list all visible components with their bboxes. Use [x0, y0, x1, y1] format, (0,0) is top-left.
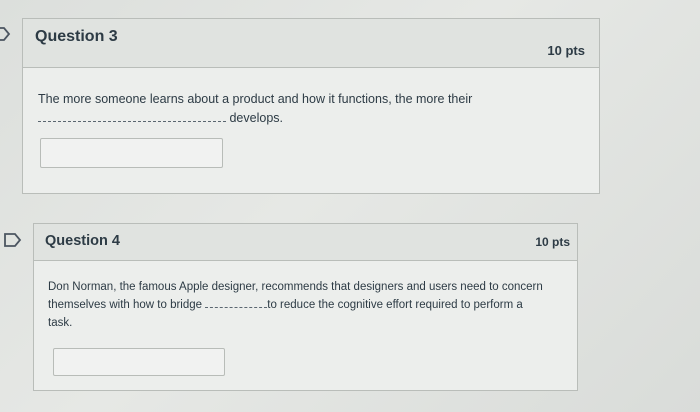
question-3-answer-input[interactable] — [40, 138, 223, 168]
question-4-after-blank: to reduce the cognitive effort required … — [267, 298, 523, 311]
question-3-points: 10 pts — [547, 43, 585, 58]
flag-icon[interactable] — [0, 26, 12, 42]
question-4-answer-input[interactable] — [53, 348, 225, 376]
question-3-line-1: The more someone learns about a product … — [38, 92, 473, 106]
question-4-card: Question 4 10 pts Don Norman, the famous… — [33, 223, 578, 391]
question-3-line-2: develops. — [38, 109, 583, 128]
question-4-header: Question 4 10 pts — [34, 224, 577, 261]
question-4-before-blank: themselves with how to bridge — [48, 298, 203, 311]
question-3-title: Question 3 — [35, 28, 118, 45]
question-3-text: The more someone learns about a product … — [38, 90, 583, 129]
question-3-header: Question 3 10 pts — [23, 19, 599, 68]
question-4-text: Don Norman, the famous Apple designer, r… — [48, 279, 568, 332]
question-4-line-2: themselves with how to bridge to reduce … — [48, 297, 568, 315]
question-4-blank — [205, 306, 268, 308]
question-4-line-1: Don Norman, the famous Apple designer, r… — [48, 281, 543, 293]
question-4-line-3: task. — [48, 316, 73, 329]
question-4-points: 10 pts — [535, 235, 570, 249]
question-3-card: Question 3 10 pts The more someone learn… — [22, 18, 600, 194]
flag-icon[interactable] — [3, 232, 23, 248]
question-3-after-blank: develops. — [229, 111, 283, 126]
question-3-blank — [38, 120, 226, 123]
question-4-title: Question 4 — [45, 233, 120, 249]
